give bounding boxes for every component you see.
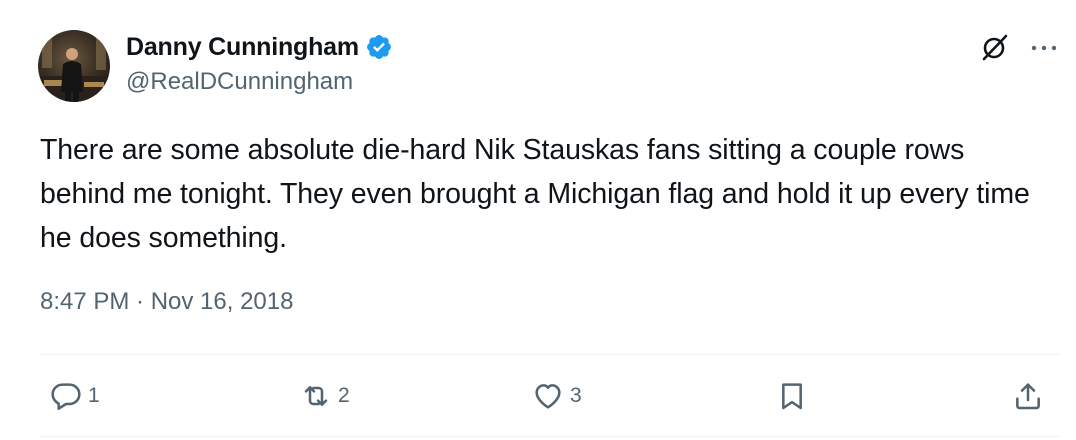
like-button[interactable]: 3 (532, 380, 582, 412)
bookmark-button[interactable] (776, 380, 808, 412)
bookmark-icon (782, 383, 802, 410)
reply-count: 1 (88, 384, 100, 407)
reply-button[interactable]: 1 (50, 380, 100, 412)
share-icon (1016, 383, 1040, 410)
tweet-text: There are some absolute die-hard Nik Sta… (40, 134, 1030, 254)
action-bar: 1 2 3 (0, 370, 1076, 426)
like-count: 3 (570, 384, 582, 407)
display-name[interactable]: Danny Cunningham (126, 33, 359, 62)
verified-badge-icon (365, 33, 393, 61)
repost-button[interactable]: 2 (300, 380, 350, 412)
author-name-row: Danny Cunningham (126, 31, 393, 63)
repost-icon (304, 386, 328, 406)
repost-count: 2 (338, 384, 350, 407)
more-icon[interactable] (1029, 36, 1059, 60)
share-button[interactable] (1012, 380, 1044, 412)
like-icon (535, 384, 561, 409)
avatar[interactable] (38, 30, 110, 102)
avatar-photo (38, 36, 110, 102)
reply-icon (51, 383, 81, 410)
grok-icon[interactable] (980, 32, 1010, 62)
tweet-card: Danny Cunningham @RealDCunningham There … (0, 0, 1076, 440)
author-handle[interactable]: @RealDCunningham (126, 68, 353, 96)
divider (40, 354, 1060, 355)
tweet-timestamp[interactable]: 8:47 PM · Nov 16, 2018 (40, 288, 293, 316)
bottom-divider (40, 436, 1060, 437)
